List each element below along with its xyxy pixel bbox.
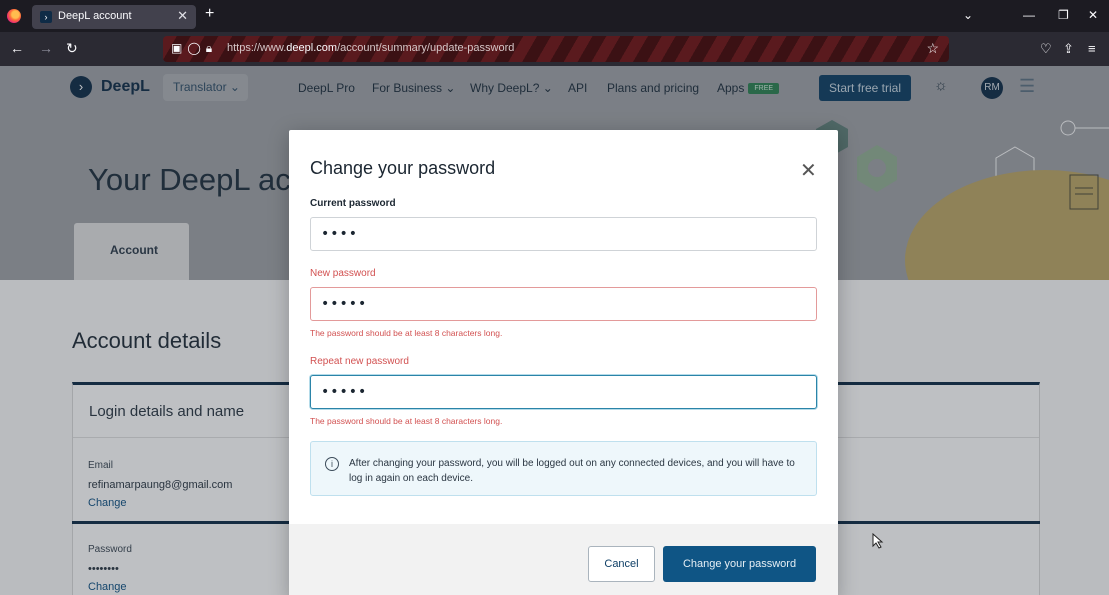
dialog-title: Change your password: [310, 158, 496, 178]
info-text: After changing your password, you will b…: [349, 458, 795, 484]
info-notice: i After changing your password, you will…: [310, 441, 817, 496]
browser-tab-bar: › DeepL account ✕ + ⌄ — ❐ ✕: [0, 0, 1109, 32]
restore-icon[interactable]: ❐: [1058, 8, 1069, 22]
forward-icon[interactable]: →: [39, 40, 53, 56]
browser-nav-bar: ← → ↻ ▣◯🔒︎ https://www.deepl.com/account…: [0, 32, 1109, 66]
firefox-logo-icon: [7, 9, 21, 23]
reload-icon[interactable]: ↻: [66, 40, 78, 57]
web-page: › DeepL Translator ⌄ DeepL Pro For Busin…: [0, 66, 1109, 595]
new-password-error: The password should be at least 8 charac…: [310, 328, 503, 338]
tab-close-icon[interactable]: ✕: [177, 8, 188, 24]
close-icon[interactable]: ✕: [800, 158, 817, 183]
repeat-password-label: Repeat new password: [310, 356, 409, 367]
info-icon: i: [325, 457, 339, 471]
privacy-shield-lock-icons: ▣◯🔒︎: [171, 41, 218, 55]
repeat-password-error: The password should be at least 8 charac…: [310, 416, 503, 426]
bookmark-star-icon[interactable]: ☆: [926, 40, 939, 57]
minimize-icon[interactable]: —: [1023, 8, 1035, 22]
close-window-icon[interactable]: ✕: [1088, 8, 1098, 22]
change-password-dialog: Change your password ✕ Current password …: [289, 130, 838, 595]
mouse-cursor-icon: [872, 533, 884, 549]
app-menu-icon[interactable]: ≡: [1088, 41, 1096, 56]
url-text: https://www.deepl.com/account/summary/up…: [227, 42, 515, 54]
dialog-footer: Cancel Change your password: [289, 524, 838, 595]
new-tab-icon[interactable]: +: [205, 5, 214, 23]
address-bar[interactable]: ▣◯🔒︎ https://www.deepl.com/account/summa…: [163, 36, 949, 62]
share-icon[interactable]: ⇪: [1063, 41, 1074, 57]
tab-title: DeepL account: [58, 10, 132, 22]
new-password-input[interactable]: •••••: [310, 287, 817, 321]
change-password-button[interactable]: Change your password: [663, 546, 816, 582]
current-password-label: Current password: [310, 198, 396, 209]
tab-list-chevron-icon[interactable]: ⌄: [963, 8, 973, 22]
new-password-label: New password: [310, 268, 376, 279]
browser-tab[interactable]: › DeepL account ✕: [32, 5, 196, 29]
current-password-input[interactable]: ••••: [310, 217, 817, 251]
back-icon[interactable]: ←: [10, 40, 24, 56]
repeat-password-input[interactable]: •••••: [310, 375, 817, 409]
pocket-icon[interactable]: ♡: [1040, 41, 1052, 57]
cancel-button[interactable]: Cancel: [588, 546, 655, 582]
deepl-favicon-icon: ›: [40, 11, 52, 23]
